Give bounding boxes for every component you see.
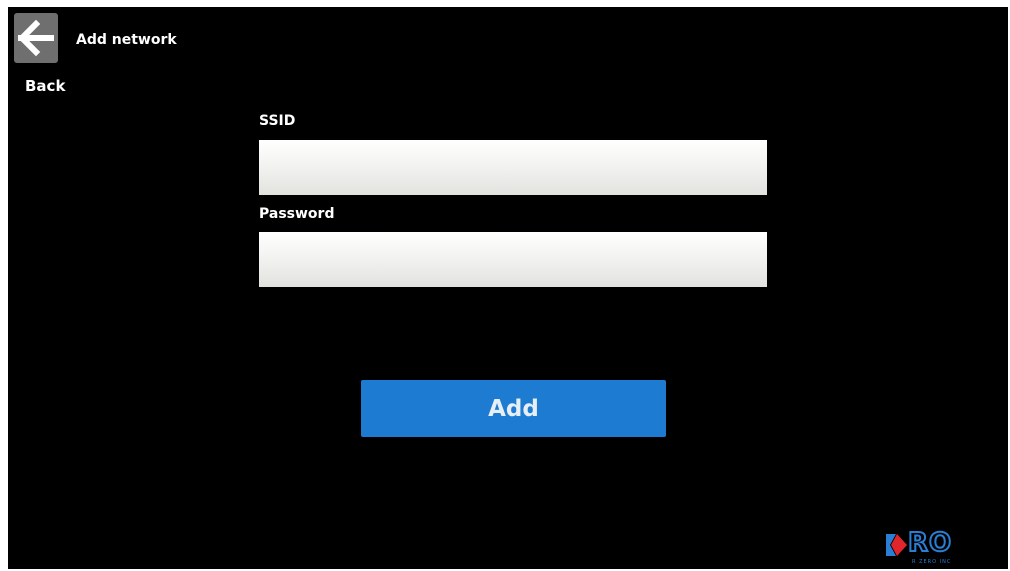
password-input[interactable]	[259, 232, 767, 287]
logo-wordmark: RO	[907, 527, 953, 559]
back-label[interactable]: Back	[25, 77, 65, 95]
ssid-label: SSID	[259, 113, 296, 129]
password-label: Password	[259, 206, 335, 222]
ssid-input[interactable]	[259, 140, 767, 195]
add-network-screen: Back Add network SSID Password Add RO R …	[8, 7, 1008, 569]
logo-mark-icon	[886, 534, 907, 556]
page-title: Add network	[76, 32, 177, 48]
company-logo: RO R ZERO INC	[886, 527, 1006, 569]
arrow-left-icon	[17, 19, 54, 57]
add-button[interactable]: Add	[361, 380, 666, 437]
back-button[interactable]	[14, 13, 58, 63]
logo-tagline: R ZERO INC	[912, 559, 952, 565]
